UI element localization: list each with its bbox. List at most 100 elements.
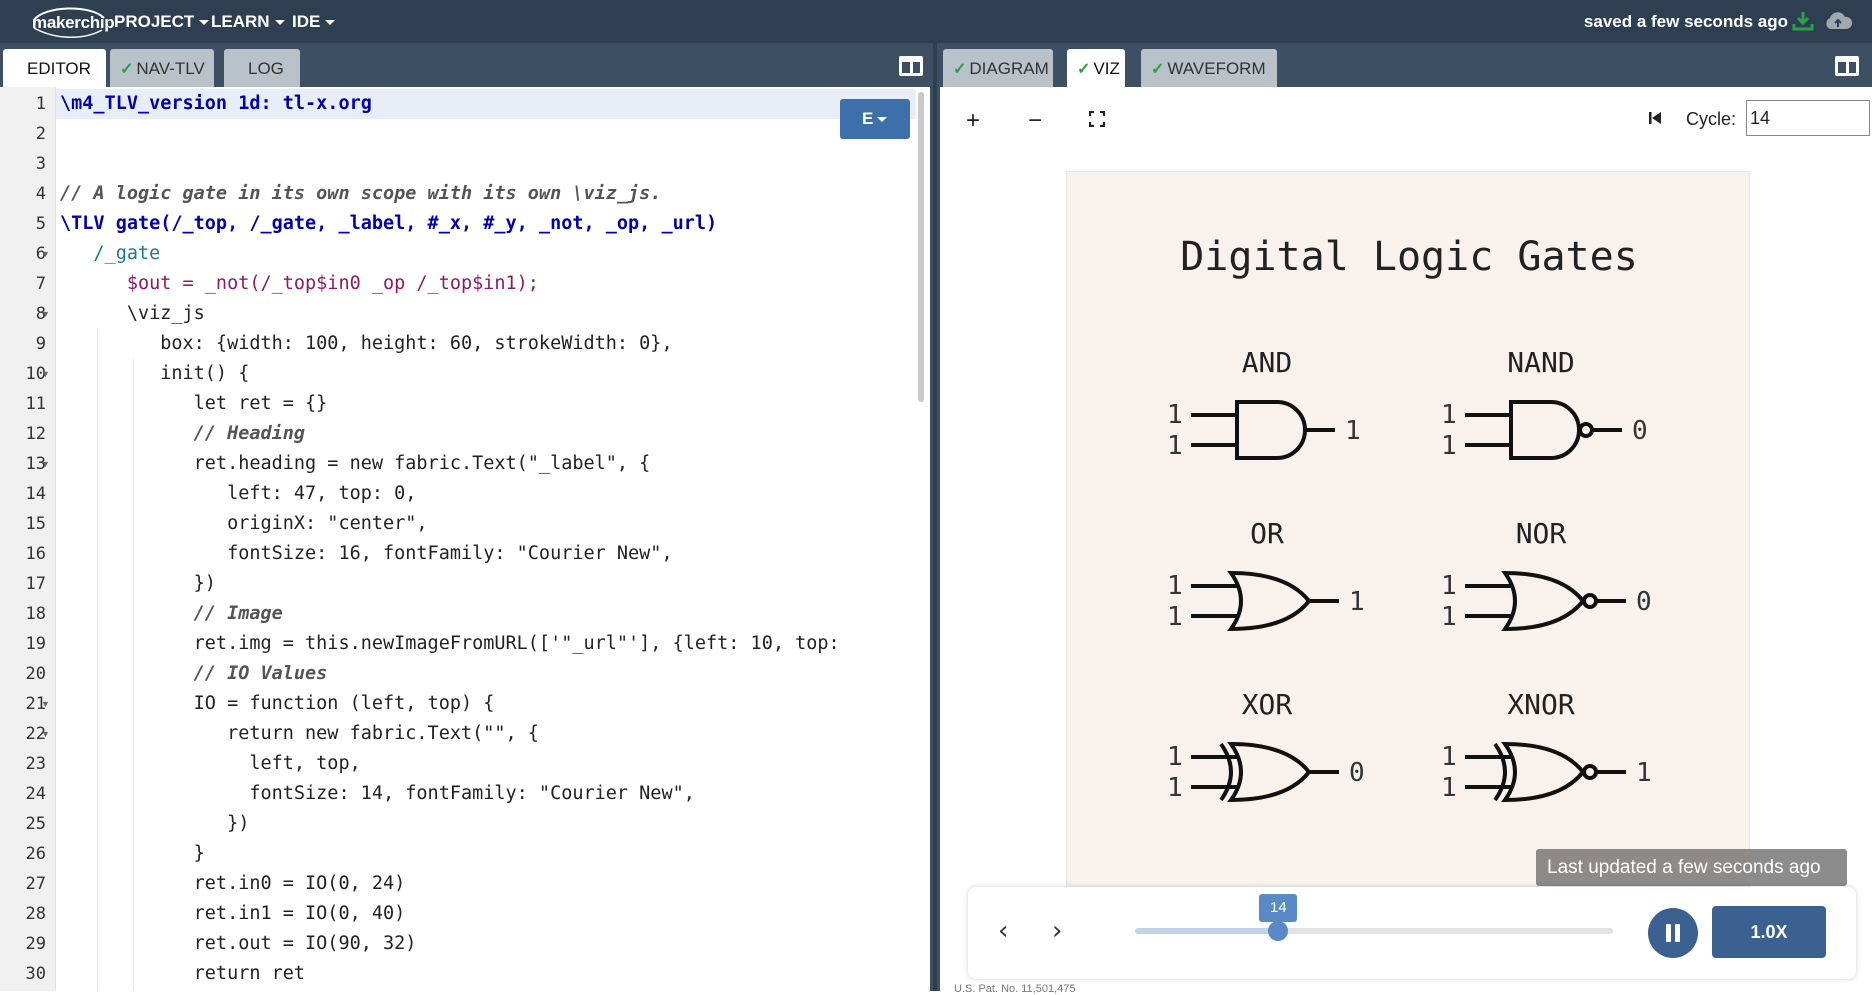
- code-line[interactable]: fontSize: 14, fontFamily: "Courier New",: [60, 779, 695, 809]
- line-number: 20: [25, 664, 46, 684]
- cloud-upload-icon[interactable]: [1823, 10, 1853, 32]
- check-icon: ✓: [1077, 61, 1091, 78]
- cycle-slider-value: 14: [1259, 894, 1298, 922]
- fold-arrow-icon[interactable]: ▼: [41, 239, 50, 269]
- code-line[interactable]: ret.img = this.newImageFromURL(['"_url"'…: [60, 629, 840, 659]
- cycle-slider[interactable]: 14: [1135, 894, 1613, 941]
- code-line[interactable]: ret.out = IO(90, 32): [60, 929, 417, 959]
- gate-or: OR11 1: [1167, 517, 1365, 632]
- code-line[interactable]: return new fabric.Text("", {: [60, 719, 539, 749]
- pane-splitter[interactable]: [930, 43, 940, 991]
- saved-status: saved a few seconds ago: [1583, 12, 1788, 31]
- line-number: 30: [25, 964, 46, 984]
- line-number: 5: [35, 214, 46, 234]
- fold-arrow-icon[interactable]: ▼: [41, 299, 50, 329]
- code-line[interactable]: // IO Values: [60, 659, 328, 689]
- step-back-icon[interactable]: ‹: [998, 916, 1008, 946]
- code-line[interactable]: ret.in1 = IO(0, 40): [60, 899, 406, 929]
- tab-diagram[interactable]: ✓ DIAGRAM: [943, 49, 1053, 87]
- tab-diagram-label: DIAGRAM: [969, 59, 1049, 78]
- gate-output: 1: [1345, 416, 1361, 446]
- line-number: 27: [25, 874, 46, 894]
- fold-arrow-icon[interactable]: ▼: [41, 359, 50, 389]
- zoom-in-icon[interactable]: +: [966, 107, 980, 135]
- code-line[interactable]: \TLV gate(/_top, /_gate, _label, #_x, #_…: [60, 209, 717, 239]
- line-number: 3: [35, 154, 46, 174]
- code-line[interactable]: // Heading: [60, 419, 305, 449]
- line-number: 15: [25, 514, 46, 534]
- speed-button[interactable]: 1.0X: [1712, 906, 1826, 958]
- code-line[interactable]: fontSize: 16, fontFamily: "Courier New",: [60, 539, 673, 569]
- gate-label: NAND: [1507, 346, 1574, 379]
- code-line[interactable]: originX: "center",: [60, 509, 428, 539]
- gate-output: 0: [1349, 758, 1365, 788]
- line-number: 4: [35, 184, 46, 204]
- caret-down-icon: [325, 20, 336, 26]
- editor-menu-label: E: [862, 109, 874, 128]
- split-layout-icon[interactable]: [899, 56, 923, 76]
- code-line[interactable]: }: [60, 839, 205, 869]
- code-line[interactable]: let ret = {}: [60, 389, 328, 419]
- editor-scrollbar[interactable]: [918, 92, 924, 402]
- line-number: 7: [35, 274, 46, 294]
- gate-input-1: 1: [1167, 431, 1183, 461]
- line-number: 6: [35, 244, 46, 264]
- editor-menu-button[interactable]: E: [840, 99, 910, 139]
- code-line[interactable]: /_gate: [60, 239, 160, 269]
- code-line[interactable]: // Image: [60, 599, 283, 629]
- cycle-slider-thumb[interactable]: [1268, 921, 1289, 941]
- tab-log[interactable]: LOG: [224, 49, 300, 87]
- tab-editor[interactable]: EDITOR: [3, 49, 106, 87]
- cycle-label: Cycle:: [1686, 109, 1737, 129]
- code-line[interactable]: }): [60, 569, 216, 599]
- code-line[interactable]: \viz_js: [60, 299, 205, 329]
- tab-nav-tlv-label: NAV-TLV: [136, 59, 205, 78]
- code-line[interactable]: // A logic gate in its own scope with it…: [60, 179, 661, 209]
- menu-learn[interactable]: LEARN: [211, 12, 285, 32]
- code-line[interactable]: \m4_TLV_version 1d: tl-x.org: [60, 89, 372, 119]
- menu-project[interactable]: PROJECT: [114, 12, 210, 32]
- code-editor[interactable]: 1 \m4_TLV_version 1d: tl-x.org 2 3 4// A log…: [0, 87, 930, 991]
- right-tab-bar: ✓ DIAGRAM ✓ VIZ ✓ WAVEFORM: [940, 43, 1872, 87]
- code-line[interactable]: ret.in0 = IO(0, 24): [60, 869, 406, 899]
- skip-to-start-icon[interactable]: [1648, 111, 1662, 125]
- code-line[interactable]: IO = function (left, top) {: [60, 689, 495, 719]
- code-line[interactable]: ret.heading = new fabric.Text("_label", …: [60, 449, 651, 479]
- code-line[interactable]: left: 47, top: 0,: [60, 479, 416, 509]
- fold-arrow-icon[interactable]: ▼: [41, 689, 50, 719]
- gate-input-1: 1: [1441, 602, 1457, 632]
- split-layout-icon[interactable]: [1835, 56, 1859, 76]
- line-number: 14: [25, 484, 46, 504]
- fit-screen-icon[interactable]: [1089, 111, 1105, 127]
- line-number: 11: [25, 394, 46, 414]
- tab-nav-tlv[interactable]: ✓ NAV-TLV: [110, 49, 214, 87]
- line-number: 16: [25, 544, 46, 564]
- makerchip-logo[interactable]: makerchip: [26, 4, 115, 38]
- fold-arrow-icon[interactable]: ▼: [41, 449, 50, 479]
- code-line[interactable]: return ret: [60, 959, 305, 989]
- fold-arrow-icon[interactable]: ▼: [41, 719, 50, 749]
- tab-viz[interactable]: ✓ VIZ: [1067, 49, 1125, 87]
- gate-label: OR: [1250, 517, 1284, 550]
- code-line[interactable]: }): [60, 809, 249, 839]
- gate-input-0: 1: [1167, 400, 1183, 430]
- zoom-out-icon[interactable]: −: [1028, 107, 1042, 135]
- line-number: 28: [25, 904, 46, 924]
- line-number: 22: [25, 724, 46, 744]
- code-line[interactable]: left, top,: [60, 749, 360, 779]
- code-line[interactable]: init() {: [60, 359, 249, 389]
- pause-button[interactable]: [1648, 908, 1698, 958]
- code-line[interactable]: box: {width: 100, height: 60, strokeWidt…: [60, 329, 672, 359]
- code-line[interactable]: $out = _not(/_top$in0 _op /_top$in1);: [60, 269, 539, 299]
- gate-input-0: 1: [1441, 400, 1457, 430]
- cycle-input[interactable]: [1746, 100, 1870, 136]
- top-navbar: makerchip PROJECT LEARN IDE saved a few …: [0, 0, 1872, 43]
- viz-canvas[interactable]: Digital Logic Gates AND 1 1 1 NAND 1 1 0 OR 1 1 1 NO…: [1066, 171, 1750, 961]
- tab-editor-label: EDITOR: [27, 59, 91, 78]
- gate-input-1: 1: [1441, 773, 1457, 803]
- line-number: 29: [25, 934, 46, 954]
- download-icon[interactable]: [1792, 10, 1814, 32]
- menu-ide[interactable]: IDE: [292, 12, 336, 32]
- tab-waveform[interactable]: ✓ WAVEFORM: [1141, 49, 1277, 87]
- step-forward-icon[interactable]: ›: [1052, 916, 1062, 946]
